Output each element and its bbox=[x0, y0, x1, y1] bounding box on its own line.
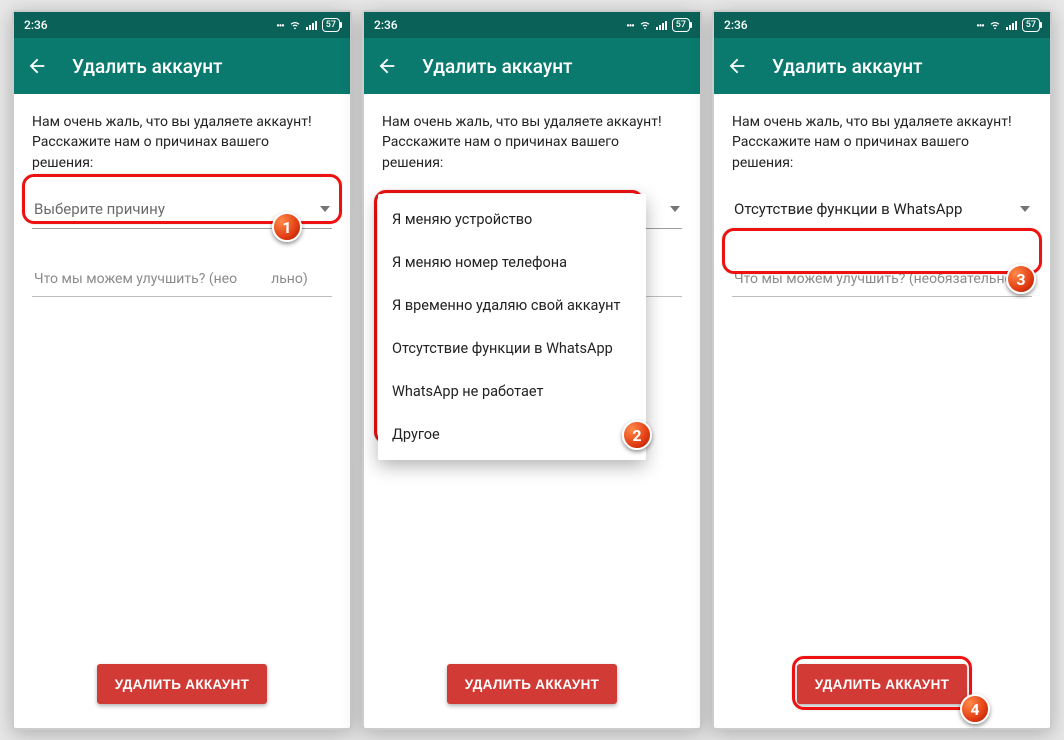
signal-icon bbox=[656, 20, 668, 30]
reason-option[interactable]: WhatsApp не работает bbox=[378, 370, 646, 413]
menu-dots-icon bbox=[976, 18, 984, 32]
footer: УДАЛИТЬ АККАУНТ 4 bbox=[714, 664, 1050, 728]
status-bar: 2:36 57 bbox=[364, 12, 700, 38]
status-icons: 57 bbox=[976, 17, 1040, 34]
delete-account-button[interactable]: УДАЛИТЬ АККАУНТ bbox=[447, 664, 617, 704]
status-icons: 57 bbox=[276, 17, 340, 34]
feedback-input[interactable]: Что мы можем улучшить? (нео льно) bbox=[32, 263, 332, 297]
phone-screen-3: 2:36 57 Удалить аккаунт Нам очень жаль, … bbox=[712, 10, 1052, 730]
prompt-text: Нам очень жаль, что вы удаляете аккаунт!… bbox=[32, 112, 332, 173]
reason-dropdown-menu: Я меняю устройство Я меняю номер телефон… bbox=[378, 194, 646, 460]
status-bar: 2:36 57 bbox=[714, 12, 1050, 38]
wifi-icon bbox=[988, 17, 1002, 34]
dropdown-placeholder: Выберите причину bbox=[34, 200, 165, 218]
back-arrow-icon[interactable] bbox=[26, 55, 48, 77]
menu-dots-icon bbox=[276, 18, 284, 32]
step-badge-4: 4 bbox=[960, 694, 990, 724]
phone-screen-2: 2:36 57 Удалить аккаунт Нам очень жаль, … bbox=[362, 10, 702, 730]
wifi-icon bbox=[288, 17, 302, 34]
app-bar: Удалить аккаунт bbox=[364, 38, 700, 94]
reason-option[interactable]: Другое bbox=[378, 413, 646, 456]
content-area: Нам очень жаль, что вы удаляете аккаунт!… bbox=[14, 94, 350, 664]
reason-option[interactable]: Я меняю устройство bbox=[378, 198, 646, 241]
back-arrow-icon[interactable] bbox=[376, 55, 398, 77]
footer: УДАЛИТЬ АККАУНТ bbox=[14, 664, 350, 728]
reason-dropdown[interactable]: Отсутствие функции в WhatsApp bbox=[732, 191, 1032, 229]
status-time: 2:36 bbox=[724, 18, 748, 32]
footer: УДАЛИТЬ АККАУНТ bbox=[364, 664, 700, 728]
prompt-text: Нам очень жаль, что вы удаляете аккаунт!… bbox=[382, 112, 682, 173]
reason-option[interactable]: Я меняю номер телефона bbox=[378, 241, 646, 284]
reason-option[interactable]: Я временно удаляю свой аккаунт bbox=[378, 284, 646, 327]
status-icons: 57 bbox=[626, 17, 690, 34]
step-badge-3: 3 bbox=[1006, 264, 1036, 294]
battery-indicator: 57 bbox=[672, 18, 690, 32]
status-bar: 2:36 57 bbox=[14, 12, 350, 38]
battery-indicator: 57 bbox=[1022, 18, 1040, 32]
appbar-title: Удалить аккаунт bbox=[72, 55, 223, 78]
status-time: 2:36 bbox=[374, 18, 398, 32]
phone-screen-1: 2:36 57 Удалить аккаунт Нам очень жаль, … bbox=[12, 10, 352, 730]
status-time: 2:36 bbox=[24, 18, 48, 32]
reason-option[interactable]: Отсутствие функции в WhatsApp bbox=[378, 327, 646, 370]
delete-account-button[interactable]: УДАЛИТЬ АККАУНТ bbox=[797, 664, 967, 704]
step-badge-1: 1 bbox=[272, 212, 302, 242]
signal-icon bbox=[1006, 20, 1018, 30]
feedback-input[interactable]: Что мы можем улучшить? (необязательно) bbox=[732, 263, 1032, 297]
wifi-icon bbox=[638, 17, 652, 34]
signal-icon bbox=[306, 20, 318, 30]
prompt-text: Нам очень жаль, что вы удаляете аккаунт!… bbox=[732, 112, 1032, 173]
app-bar: Удалить аккаунт bbox=[14, 38, 350, 94]
chevron-down-icon bbox=[1020, 206, 1030, 212]
appbar-title: Удалить аккаунт bbox=[422, 55, 573, 78]
app-bar: Удалить аккаунт bbox=[714, 38, 1050, 94]
dropdown-selected-value: Отсутствие функции в WhatsApp bbox=[734, 200, 962, 218]
content-area: Нам очень жаль, что вы удаляете аккаунт!… bbox=[714, 94, 1050, 664]
chevron-down-icon bbox=[320, 206, 330, 212]
battery-indicator: 57 bbox=[322, 18, 340, 32]
chevron-down-icon bbox=[670, 206, 680, 212]
delete-account-button[interactable]: УДАЛИТЬ АККАУНТ bbox=[97, 664, 267, 704]
appbar-title: Удалить аккаунт bbox=[772, 55, 923, 78]
back-arrow-icon[interactable] bbox=[726, 55, 748, 77]
menu-dots-icon bbox=[626, 18, 634, 32]
step-badge-2: 2 bbox=[622, 420, 652, 450]
